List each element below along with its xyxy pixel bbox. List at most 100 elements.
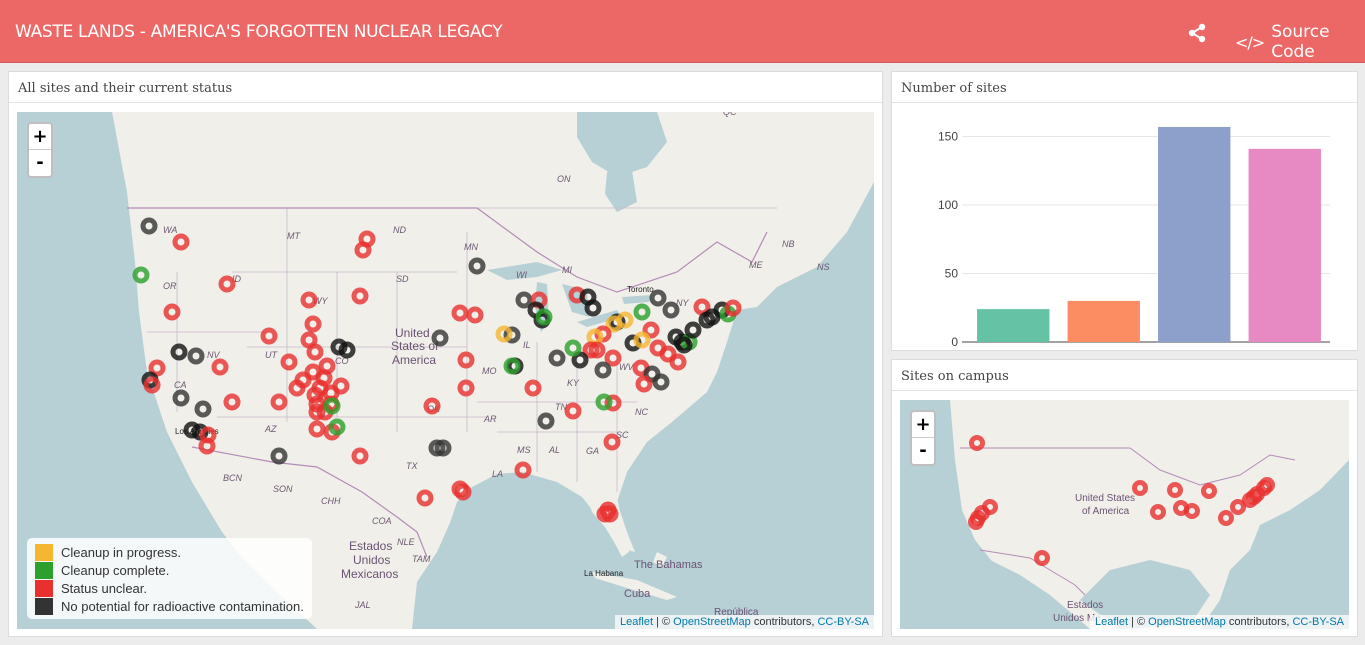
- label-la: LA: [492, 469, 503, 479]
- number-of-sites-title: Number of sites: [892, 72, 1357, 103]
- label-cuba: Cuba: [624, 588, 651, 600]
- label-bahamas: The Bahamas: [634, 559, 703, 571]
- label-la-habana: La Habana: [584, 569, 624, 578]
- bar[interactable]: [977, 309, 1050, 342]
- label-ga: GA: [586, 446, 599, 456]
- label-ut: UT: [265, 350, 278, 360]
- bar[interactable]: [1248, 148, 1321, 342]
- label-ms: MS: [517, 445, 531, 455]
- share-icon[interactable]: [1187, 23, 1207, 43]
- campus-label-usa-2: of America: [1082, 506, 1130, 517]
- label-il: IL: [523, 340, 531, 350]
- y-tick-label: 50: [945, 267, 959, 281]
- label-nc: NC: [635, 407, 648, 417]
- number-of-sites-panel: Number of sites 0 50 100 150: [891, 71, 1358, 351]
- legend-label: Status unclear.: [61, 580, 147, 596]
- all-sites-map[interactable]: QC ON WA MT ND MN OR ID SD WI MI ME NB N…: [17, 112, 874, 629]
- attribution-sep: | ©: [653, 616, 674, 628]
- license-link[interactable]: CC-BY-SA: [817, 616, 869, 628]
- campus-zoom-control: + -: [910, 410, 936, 466]
- zoom-control: + -: [27, 122, 53, 178]
- label-toronto: Toronto: [627, 285, 654, 294]
- label-on: ON: [557, 174, 571, 184]
- legend-swatch: [35, 579, 53, 597]
- label-wv: WV: [619, 362, 634, 372]
- label-mexico-2: Unidos: [353, 553, 390, 567]
- label-al: AL: [548, 445, 560, 455]
- label-usa-1: United: [395, 326, 430, 340]
- label-mexico-1: Estados: [349, 539, 392, 553]
- label-sd: SD: [396, 274, 409, 284]
- label-ns: NS: [817, 262, 830, 272]
- label-ca: CA: [174, 380, 187, 390]
- label-mo: MO: [482, 366, 497, 376]
- legend-swatch: [35, 543, 53, 561]
- label-ky: KY: [567, 378, 580, 388]
- label-or: OR: [163, 281, 177, 291]
- osm-link[interactable]: OpenStreetMap: [673, 616, 751, 628]
- label-nd: ND: [393, 225, 406, 235]
- label-me: ME: [749, 260, 763, 270]
- y-tick-label: 0: [951, 335, 958, 349]
- label-bcn: BCN: [223, 473, 243, 483]
- license-link[interactable]: CC-BY-SA: [1292, 616, 1344, 628]
- attribution-sep: | ©: [1128, 616, 1149, 628]
- label-qc: QC: [723, 112, 737, 117]
- map-attribution: Leaflet | © OpenStreetMap contributors, …: [614, 615, 874, 629]
- source-code-link[interactable]: </> Source Code: [1235, 22, 1365, 62]
- label-wi: WI: [516, 270, 527, 280]
- campus-title: Sites on campus: [892, 360, 1357, 391]
- label-mexico-3: Mexicanos: [341, 567, 398, 581]
- campus-map[interactable]: United States of America Estados Unidos …: [900, 400, 1349, 629]
- label-son: SON: [273, 484, 293, 494]
- top-navbar: WASTE LANDS - AMERICA'S FORGOTTEN NUCLEA…: [0, 0, 1365, 63]
- label-ar: AR: [483, 414, 497, 424]
- legend-swatch: [35, 561, 53, 579]
- zoom-in-button[interactable]: +: [29, 124, 51, 150]
- label-chh: CHH: [321, 496, 341, 506]
- y-tick-label: 150: [938, 130, 958, 144]
- label-usa-3: America: [392, 353, 436, 367]
- bar[interactable]: [1158, 126, 1231, 342]
- label-nle: NLE: [397, 537, 416, 547]
- legend-swatch: [35, 597, 53, 615]
- campus-zoom-out-button[interactable]: -: [912, 438, 934, 464]
- legend-item: Cleanup in progress.: [35, 543, 304, 561]
- legend-label: Cleanup in progress.: [61, 544, 181, 560]
- campus-label-usa-1: United States: [1075, 493, 1135, 504]
- attribution-contrib: contributors,: [750, 616, 818, 628]
- zoom-out-button[interactable]: -: [29, 150, 51, 176]
- label-usa-2: States of: [391, 339, 439, 353]
- label-tam: TAM: [412, 554, 431, 564]
- legend-item: Cleanup complete.: [35, 561, 304, 579]
- campus-map-attribution: Leaflet | © OpenStreetMap contributors, …: [1089, 615, 1349, 629]
- legend-label: No potential for radioactive contaminati…: [61, 598, 304, 614]
- map-legend: Cleanup in progress. Cleanup complete. S…: [27, 538, 312, 619]
- label-nb: NB: [782, 239, 795, 249]
- label-tx: TX: [406, 461, 418, 471]
- leaflet-link[interactable]: Leaflet: [1095, 616, 1128, 628]
- legend-item: Status unclear.: [35, 579, 304, 597]
- label-mt: MT: [287, 231, 301, 241]
- bar[interactable]: [1067, 300, 1140, 342]
- campus-zoom-in-button[interactable]: +: [912, 412, 934, 438]
- label-wa: WA: [163, 225, 177, 235]
- app-title: WASTE LANDS - AMERICA'S FORGOTTEN NUCLEA…: [15, 22, 503, 42]
- campus-label-mexico-1: Estados: [1067, 600, 1103, 611]
- label-az: AZ: [264, 424, 277, 434]
- label-jal: JAL: [354, 600, 371, 610]
- legend-label: Cleanup complete.: [61, 562, 170, 578]
- code-icon: </>: [1235, 32, 1265, 52]
- attribution-contrib: contributors,: [1225, 616, 1293, 628]
- leaflet-link[interactable]: Leaflet: [620, 616, 653, 628]
- osm-link[interactable]: OpenStreetMap: [1148, 616, 1226, 628]
- label-mn: MN: [464, 242, 478, 252]
- sites-bar-chart: 0 50 100 150: [938, 126, 1330, 349]
- label-nv: NV: [207, 350, 220, 360]
- all-sites-title: All sites and their current status: [9, 72, 882, 103]
- legend-item: No potential for radioactive contaminati…: [35, 597, 304, 615]
- label-coa: COA: [372, 516, 392, 526]
- y-tick-label: 100: [938, 198, 958, 212]
- label-mi: MI: [562, 265, 572, 275]
- source-code-label: Source Code: [1271, 22, 1330, 62]
